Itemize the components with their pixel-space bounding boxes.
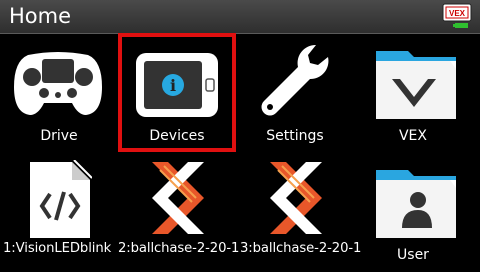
- selection-highlight: [118, 33, 236, 152]
- tile-label: VEX: [398, 128, 427, 144]
- program-name-1: 1:VisionLEDblink: [3, 241, 112, 256]
- program-icon: [152, 162, 204, 234]
- header-bar: Home VEX: [0, 0, 480, 34]
- tile-drive[interactable]: Drive: [0, 33, 118, 151]
- wrench-icon: [261, 44, 329, 116]
- tile-user[interactable]: User: [354, 152, 472, 270]
- program-name-3: 3:ballchase-2-20-1: [240, 241, 362, 256]
- tile-label: Settings: [266, 128, 324, 144]
- battery-brain-icon: VEX: [442, 3, 472, 28]
- code-file-icon: [30, 160, 92, 238]
- tile-label: User: [397, 247, 429, 263]
- vex-folder-icon: [376, 51, 456, 119]
- svg-text:VEX: VEX: [449, 9, 466, 18]
- program-icon: [270, 162, 322, 234]
- tile-vex[interactable]: VEX: [354, 33, 472, 151]
- controller-icon: [14, 52, 102, 115]
- tile-label: Drive: [40, 128, 78, 144]
- user-folder-icon: [376, 170, 456, 238]
- program-name-2: 2:ballchase-2-20-1: [118, 241, 240, 256]
- tile-settings[interactable]: Settings: [236, 33, 354, 151]
- page-title: Home: [9, 4, 72, 28]
